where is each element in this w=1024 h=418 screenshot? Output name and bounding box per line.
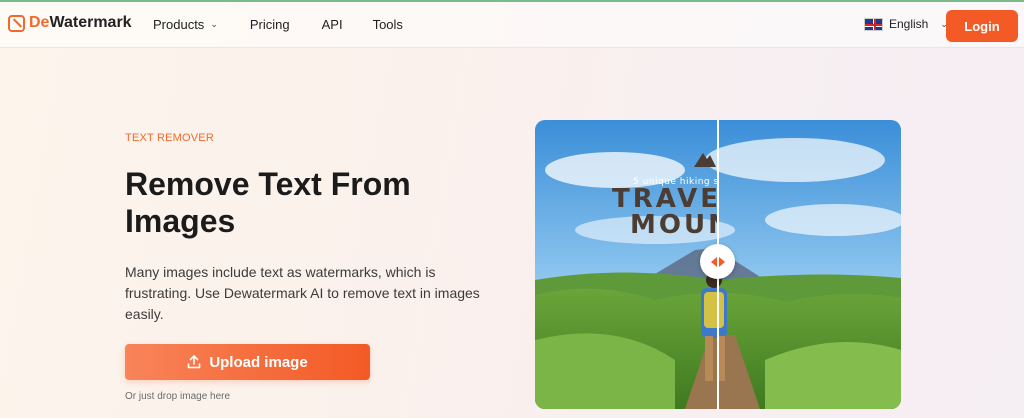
logo-icon: [8, 14, 25, 32]
watermark-title-line2: MOUN: [630, 210, 717, 240]
page-title: Remove Text From Images: [125, 166, 411, 239]
compare-slider-handle[interactable]: [700, 244, 735, 279]
main-nav: Products ⌄ Pricing API Tools: [153, 17, 403, 32]
uk-flag-icon: [864, 17, 883, 31]
upload-icon: [188, 355, 201, 369]
before-after-image[interactable]: 5 unique hiking spo TRAVEL MOUN: [535, 120, 901, 409]
drop-hint: Or just drop image here: [125, 391, 231, 402]
language-label: English: [889, 17, 929, 31]
nav-products[interactable]: Products ⌄: [153, 17, 218, 32]
nav-tools-label: Tools: [372, 17, 403, 32]
section-eyebrow: TEXT REMOVER: [125, 132, 214, 144]
site-header: DeWatermark Products ⌄ Pricing API Tools…: [0, 2, 1024, 48]
nav-tools[interactable]: Tools: [373, 17, 403, 32]
language-selector[interactable]: English ⌄: [864, 17, 948, 31]
logo-text: DeWatermark: [29, 14, 132, 31]
mountain-icon: [694, 153, 716, 167]
nav-products-label: Products: [153, 17, 205, 32]
chevron-down-icon: ⌄: [210, 19, 218, 29]
nav-api-label: API: [321, 17, 343, 32]
watermarked-half: 5 unique hiking spo TRAVEL MOUN: [535, 120, 717, 409]
arrow-left-icon: [710, 256, 717, 267]
login-button[interactable]: Login: [946, 10, 1018, 42]
arrow-right-icon: [718, 256, 725, 267]
upload-button-label: Upload image: [209, 353, 308, 371]
hero-description: Many images include text as watermarks, …: [125, 264, 480, 322]
upload-image-button[interactable]: Upload image: [125, 344, 370, 380]
logo[interactable]: DeWatermark: [8, 14, 132, 32]
nav-pricing[interactable]: Pricing: [250, 17, 290, 32]
nav-api[interactable]: API: [322, 17, 343, 32]
nav-pricing-label: Pricing: [249, 17, 290, 32]
